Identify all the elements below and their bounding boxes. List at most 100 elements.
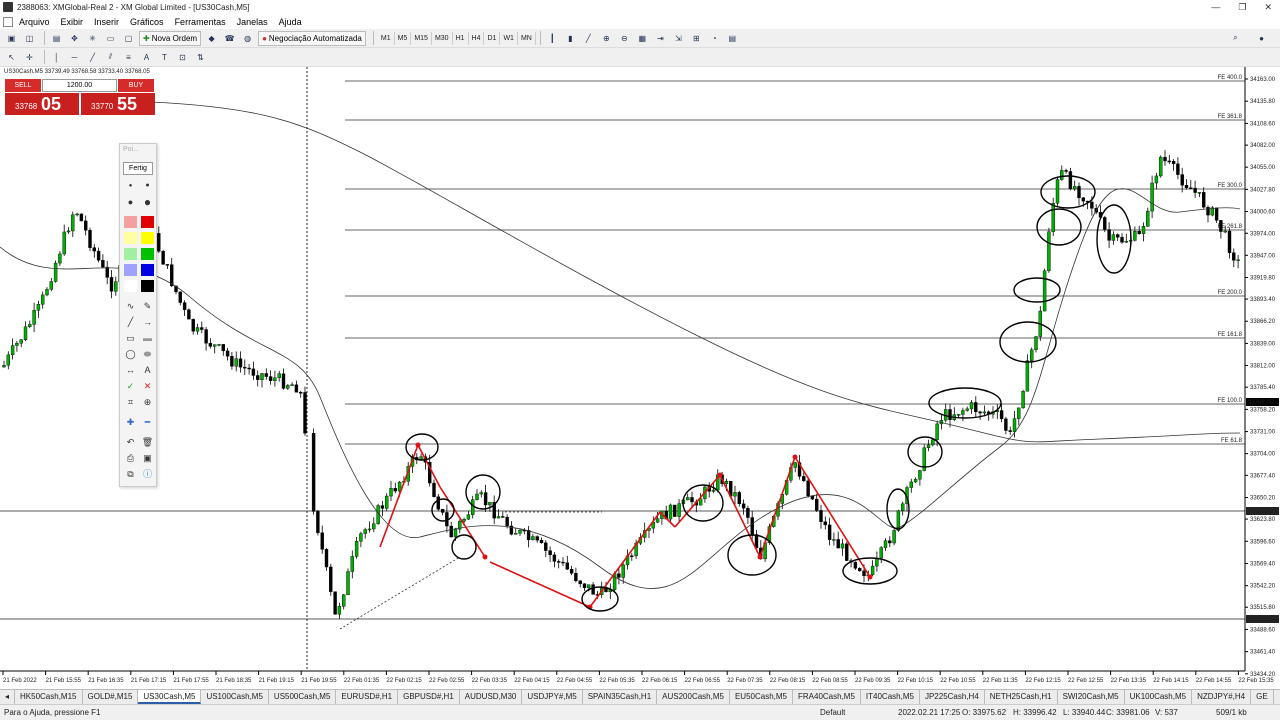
text-tool-icon[interactable]: A <box>141 364 154 376</box>
bar-chart-icon[interactable]: ┃ <box>545 31 560 46</box>
arrows-icon[interactable]: ⇅ <box>193 50 208 65</box>
chart-tab[interactable]: GBPUSD#,H1 <box>398 690 460 704</box>
color-blue[interactable] <box>141 264 154 276</box>
chart-tab[interactable]: SPAIN35Cash,H1 <box>583 690 658 704</box>
double-arrow-icon[interactable]: ↔ <box>124 364 137 376</box>
color-black[interactable] <box>141 280 154 292</box>
arrow-line-icon[interactable]: → <box>141 316 154 328</box>
chart-tab[interactable]: NETH25Cash,H1 <box>985 690 1058 704</box>
color-yellow[interactable] <box>141 232 154 244</box>
tile-windows-icon[interactable]: ▦ <box>635 31 650 46</box>
cross-icon[interactable]: ✕ <box>141 380 154 392</box>
text-icon[interactable]: A <box>139 50 154 65</box>
terminal-icon[interactable]: ▭ <box>103 31 118 46</box>
line-chart-icon[interactable]: ╱ <box>581 31 596 46</box>
menu-exibir[interactable]: Exibir <box>61 17 84 27</box>
channel-icon[interactable]: ⫽ <box>103 50 118 65</box>
chart-tab[interactable]: IT40Cash,M5 <box>861 690 920 704</box>
horizontal-line-icon[interactable]: ─ <box>67 50 82 65</box>
metaeditor-icon[interactable]: ◆ <box>204 31 219 46</box>
tf-m30[interactable]: M30 <box>432 31 453 45</box>
crop-icon[interactable]: ⌗ <box>124 396 137 408</box>
price-chart[interactable]: 34163.00 34135.80 34108.60 34082.00 34055.00… <box>0 67 1280 689</box>
trendline-icon[interactable]: ╱ <box>85 50 100 65</box>
menu-janelas[interactable]: Janelas <box>237 17 268 27</box>
color-light-red[interactable] <box>124 216 137 228</box>
chart-tab[interactable]: GOLD#,M15 <box>83 690 139 704</box>
zoom-region-icon[interactable]: ⊕ <box>141 396 154 408</box>
vps-icon[interactable]: ◍ <box>240 31 255 46</box>
chart-tab[interactable]: EU50Cash,M5 <box>730 690 793 704</box>
zoom-out-icon[interactable]: ⊖ <box>617 31 632 46</box>
tester-icon[interactable]: ▢ <box>121 31 136 46</box>
ellipse-icon[interactable]: ◯ <box>124 348 137 360</box>
auto-trading-button[interactable]: ● Negociação Automatizada <box>258 30 366 46</box>
tf-m5[interactable]: M5 <box>395 31 412 45</box>
filled-rectangle-icon[interactable]: ▬ <box>141 332 154 344</box>
tabs-scroll-left[interactable]: ◂ <box>0 690 16 704</box>
save-icon[interactable]: ▣ <box>141 452 154 464</box>
menu-inserir[interactable]: Inserir <box>94 17 119 27</box>
color-light-blue[interactable] <box>124 264 137 276</box>
crosshair-move-icon[interactable]: ✥ <box>67 31 82 46</box>
rectangle-icon[interactable]: ▭ <box>124 332 137 344</box>
line-icon[interactable]: ╱ <box>124 316 137 328</box>
dot-medium-icon[interactable]: ● <box>141 180 154 192</box>
autoscroll-icon[interactable]: ⇲ <box>671 31 686 46</box>
chart-window-icon[interactable] <box>3 16 13 27</box>
sell-price-box[interactable]: 33768 05 <box>5 93 79 115</box>
search-icon[interactable]: ⌕ <box>1228 31 1243 46</box>
chart-tab[interactable]: AUS200Cash,M5 <box>657 690 730 704</box>
templates-icon[interactable]: ▤ <box>725 31 740 46</box>
chart-tab[interactable]: EURUSD#,H1 <box>336 690 399 704</box>
chart-tab[interactable]: US100Cash,M5 <box>201 690 269 704</box>
navigator-icon[interactable]: ✳ <box>85 31 100 46</box>
profiles-icon[interactable]: ◫ <box>22 31 37 46</box>
lot-input[interactable]: 1200.00 <box>42 79 117 92</box>
chart-tab[interactable]: GE <box>1251 690 1274 704</box>
info-icon[interactable]: ⓘ <box>141 468 154 480</box>
chart-shift-icon[interactable]: ⇥ <box>653 31 668 46</box>
trash-icon[interactable]: 🗑 <box>141 436 154 448</box>
print-icon[interactable]: ⎙ <box>124 452 137 464</box>
chart-tab[interactable]: SWI20Cash,M5 <box>1058 690 1125 704</box>
copy-icon[interactable]: ⧉ <box>124 468 137 480</box>
signals-icon[interactable]: ☎ <box>222 31 237 46</box>
restore-icon[interactable]: ❐ <box>1238 0 1246 14</box>
fibo-icon[interactable]: ≡ <box>121 50 136 65</box>
menu-ferramentas[interactable]: Ferramentas <box>175 17 226 27</box>
dot-xlarge-icon[interactable]: ● <box>141 196 154 208</box>
filled-ellipse-icon[interactable]: ⬬ <box>141 348 154 360</box>
objects-icon[interactable]: ⊡ <box>175 50 190 65</box>
chart-tab[interactable]: US30Cash,M5 <box>138 690 202 704</box>
plus-icon[interactable]: ✚ <box>124 416 137 428</box>
sell-button[interactable]: SELL <box>5 79 41 92</box>
label-icon[interactable]: T <box>157 50 172 65</box>
cursor-icon[interactable]: ↖ <box>4 50 19 65</box>
done-button[interactable]: Fertig <box>123 162 153 175</box>
tf-m15[interactable]: M15 <box>411 31 432 45</box>
color-red[interactable] <box>141 216 154 228</box>
indicators-icon[interactable]: ⊞ <box>689 31 704 46</box>
close-icon[interactable]: ✕ <box>1264 0 1272 14</box>
new-chart-icon[interactable]: ▣ <box>4 31 19 46</box>
candle-chart-icon[interactable]: ▮ <box>563 31 578 46</box>
chart-tab[interactable]: UK100Cash,M5 <box>1125 690 1193 704</box>
buy-price-box[interactable]: 33770 55 <box>81 93 155 115</box>
chart-tab[interactable]: HK50Cash,M15 <box>15 690 83 704</box>
chart-tab[interactable]: FRA40Cash,M5 <box>793 690 861 704</box>
buy-button[interactable]: BUY <box>118 79 154 92</box>
menu-graficos[interactable]: Gráficos <box>130 17 164 27</box>
undo-icon[interactable]: ↶ <box>124 436 137 448</box>
zoom-in-icon[interactable]: ⊕ <box>599 31 614 46</box>
menu-arquivo[interactable]: Arquivo <box>19 17 50 27</box>
chart-tab[interactable]: USDJPY#,M5 <box>522 690 583 704</box>
check-icon[interactable]: ✓ <box>124 380 137 392</box>
tf-mn[interactable]: MN <box>518 31 536 45</box>
color-white[interactable] <box>124 280 137 292</box>
minus-icon[interactable]: ━ <box>141 416 154 428</box>
tf-h4[interactable]: H4 <box>469 31 485 45</box>
pencil-icon[interactable]: ✎ <box>141 300 154 312</box>
freehand-icon[interactable]: ∿ <box>124 300 137 312</box>
tf-w1[interactable]: W1 <box>500 31 518 45</box>
